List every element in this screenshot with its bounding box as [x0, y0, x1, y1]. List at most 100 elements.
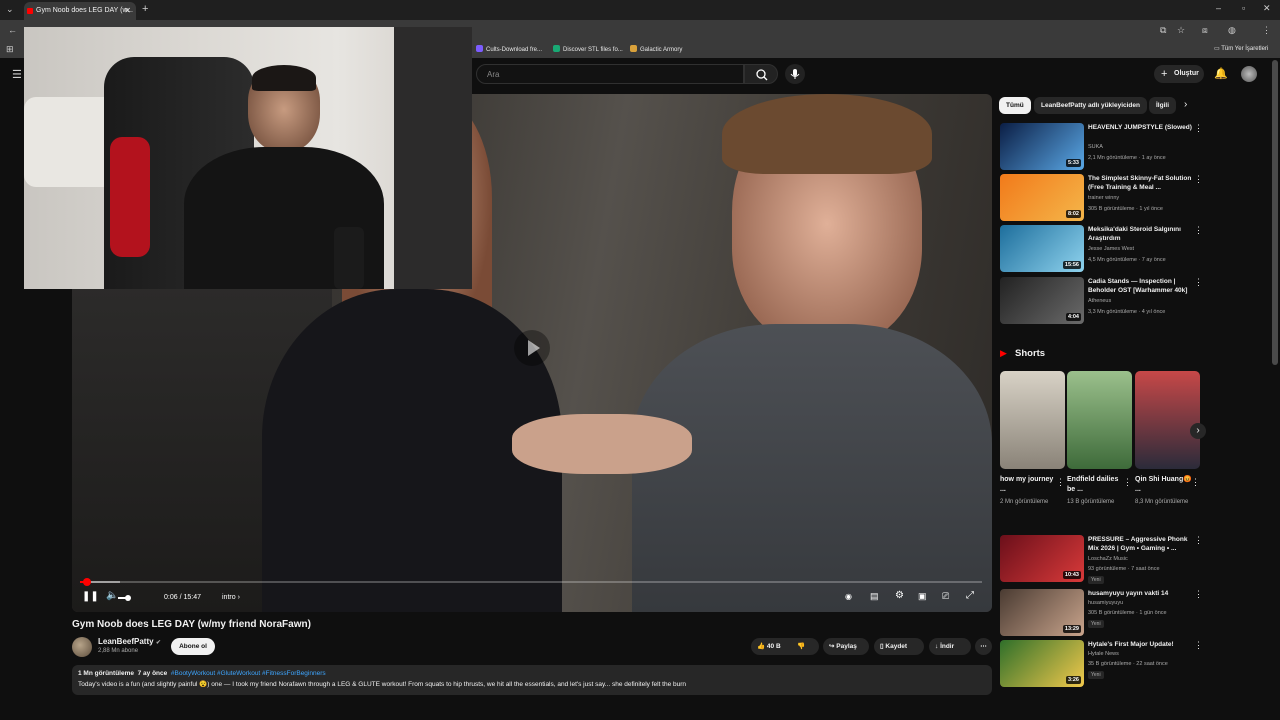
pause-icon[interactable]: ❚❚ — [82, 591, 99, 602]
thumbs-up-icon: 👍 — [757, 643, 766, 650]
dislike-button[interactable]: 👎 — [797, 638, 805, 655]
more-vertical-icon[interactable]: ⋮ — [1056, 477, 1065, 488]
video-thumbnail[interactable]: 10:43 — [1000, 535, 1084, 582]
more-vertical-icon[interactable]: ⋮ — [1194, 535, 1203, 546]
short-title: Endfield dailies be ... — [1067, 476, 1119, 493]
more-vertical-icon[interactable]: ⋮ — [1123, 477, 1132, 488]
recommendation-channel: Atheneus — [1088, 298, 1112, 304]
chapter-button[interactable]: intro › — [222, 594, 240, 601]
short-thumbnail[interactable] — [1135, 371, 1200, 469]
recommendation-title: PRESSURE – Aggressive Phonk Mix 2026 | G… — [1088, 536, 1188, 552]
like-button[interactable]: 👍 40 B — [757, 638, 781, 655]
more-vertical-icon[interactable]: ⋮ — [1194, 174, 1203, 185]
browser-menu-icon[interactable]: ⋮ — [1262, 25, 1271, 36]
close-window-icon[interactable]: ✕ — [1263, 3, 1271, 14]
bookmark-discover-stl[interactable]: Discover STL files fo... — [553, 45, 623, 53]
more-vertical-icon[interactable]: ⋮ — [1194, 589, 1203, 600]
more-actions-button[interactable]: ⋯ — [975, 638, 992, 655]
back-icon[interactable]: ← — [8, 25, 17, 35]
channel-name[interactable]: LeanBeefPatty ✔ — [98, 637, 161, 646]
duration-badge: 10:43 — [1062, 571, 1081, 579]
recommendation-meta: 3,3 Mn görüntüleme · 4 yıl önce — [1088, 309, 1166, 315]
close-tab-icon[interactable]: ✕ — [124, 2, 131, 20]
bookmark-star-icon[interactable]: ☆ — [1177, 25, 1185, 36]
recommendation-item[interactable]: 15:56 Meksika'daki Steroid Salgınını Araş… — [1000, 225, 1203, 273]
recommendation-item[interactable]: 4:04 Cadia Stands — Inspection | Beholder… — [1000, 277, 1203, 325]
new-tab-icon[interactable]: + — [142, 3, 148, 15]
cast-icon[interactable]: ⎚ — [942, 591, 949, 602]
recommendation-item[interactable]: 10:43 PRESSURE – Aggressive Phonk Mix 202… — [1000, 535, 1203, 584]
video-thumbnail[interactable]: 3:26 — [1000, 640, 1084, 687]
all-bookmarks[interactable]: ▭ Tüm Yer İşaretleri — [1214, 45, 1268, 52]
duration-badge: 4:04 — [1065, 313, 1081, 321]
recommendation-item[interactable]: 3:26 Hytale's First Major Update! Hytale N… — [1000, 640, 1203, 688]
settings-gear-icon[interactable]: ⚙ — [895, 590, 904, 601]
bookmark-cults[interactable]: Cults-Download fre... — [476, 45, 542, 53]
chip-related[interactable]: İlgili — [1149, 97, 1176, 114]
short-thumbnail[interactable] — [1000, 371, 1065, 469]
account-avatar[interactable] — [1241, 66, 1257, 82]
progress-bar[interactable] — [80, 578, 982, 586]
minimize-icon[interactable]: – — [1216, 3, 1221, 13]
short-thumbnail[interactable] — [1067, 371, 1132, 469]
miniplayer-icon[interactable]: ▣ — [918, 591, 927, 602]
bookmark-label: Galactic Armory — [640, 47, 683, 53]
video-thumbnail[interactable]: 13:29 — [1000, 589, 1084, 636]
recommendation-item[interactable]: 13:29 husamyuyu yayın vakti 14 husamiyuyuy… — [1000, 589, 1203, 637]
recommendation-channel: Jesse James West — [1088, 246, 1135, 252]
center-play-button[interactable] — [514, 330, 550, 366]
chip-all[interactable]: Tümü — [999, 97, 1031, 114]
video-thumbnail[interactable]: 8:02 — [1000, 174, 1084, 221]
video-thumbnail[interactable]: 4:04 — [1000, 277, 1084, 324]
hamburger-menu-icon[interactable]: ☰ — [12, 68, 22, 81]
thumbs-down-icon: 👎 — [797, 643, 806, 650]
create-button[interactable]: + Oluştur — [1154, 65, 1204, 83]
like-dislike-group: 👍 40 B 👎 — [751, 638, 819, 655]
volume-icon[interactable]: 🔈 — [106, 590, 118, 601]
extensions-icon[interactable]: ⧈ — [1202, 25, 1208, 36]
chevron-right-icon: › — [1196, 425, 1200, 436]
plus-icon: + — [1161, 68, 1168, 80]
bookmark-galactic-armory[interactable]: Galactic Armory — [630, 45, 682, 53]
save-button[interactable]: ▯ Kaydet — [874, 638, 924, 655]
chevron-right-icon[interactable]: › — [1184, 99, 1187, 110]
duration-badge: 8:02 — [1065, 210, 1081, 218]
more-vertical-icon[interactable]: ⋮ — [1194, 277, 1203, 288]
recommendation-title: Hytale's First Major Update! — [1088, 641, 1174, 648]
volume-handle[interactable] — [125, 595, 131, 601]
autoplay-toggle-icon[interactable]: ◉ — [845, 592, 852, 601]
more-vertical-icon[interactable]: ⋮ — [1194, 225, 1203, 236]
download-button[interactable]: ↓ İndir — [929, 638, 971, 655]
chip-from-uploader[interactable]: LeanBeefPatty adlı yükleyiciden — [1034, 97, 1147, 114]
scrubber-handle[interactable] — [83, 578, 91, 586]
video-thumbnail[interactable]: 5:33 — [1000, 123, 1084, 170]
hashtags[interactable]: #BootyWorkout #GluteWorkout #FitnessForB… — [171, 670, 326, 677]
channel-avatar[interactable] — [72, 637, 92, 657]
shorts-next-button[interactable]: › — [1190, 423, 1206, 439]
subtitles-icon[interactable]: ▤ — [870, 591, 879, 602]
search-input[interactable]: Ara — [476, 64, 744, 84]
save-label: Kaydet — [885, 643, 908, 650]
search-button[interactable] — [744, 64, 778, 84]
browser-tab[interactable]: Gym Noob does LEG DAY (w... ✕ — [24, 2, 136, 20]
maximize-icon[interactable]: ▫ — [1242, 3, 1245, 13]
more-vertical-icon[interactable]: ⋮ — [1194, 123, 1203, 134]
install-icon[interactable]: ⧉ — [1160, 25, 1166, 36]
page-scrollbar[interactable] — [1272, 60, 1278, 365]
video-thumbnail[interactable]: 15:56 — [1000, 225, 1084, 272]
view-count: 1 Mn görüntüleme — [78, 670, 134, 677]
tab-search-icon[interactable]: ⌄ — [6, 4, 14, 15]
share-button[interactable]: ↪ Paylaş — [823, 638, 869, 655]
recommendation-channel: husamiyuyuyu — [1088, 600, 1124, 606]
notifications-bell-icon[interactable]: 🔔 — [1214, 67, 1228, 80]
voice-search-button[interactable] — [785, 64, 805, 84]
recommendation-meta: 2,1 Mn görüntüleme · 1 ay önce — [1088, 155, 1166, 161]
fullscreen-icon[interactable]: ⤢ — [966, 590, 974, 601]
recommendation-item[interactable]: 5:33 HEAVENLY JUMPSTYLE (Slowed) SUKA 2,1 M… — [1000, 123, 1203, 171]
profile-icon[interactable]: ◍ — [1228, 25, 1236, 36]
subscribe-button[interactable]: Abone ol — [171, 638, 215, 655]
recommendation-item[interactable]: 8:02 The Simplest Skinny-Fat Solution (Fr… — [1000, 174, 1203, 222]
more-vertical-icon[interactable]: ⋮ — [1194, 640, 1203, 651]
apps-icon[interactable]: ⊞ — [6, 44, 14, 55]
more-vertical-icon[interactable]: ⋮ — [1191, 477, 1200, 488]
